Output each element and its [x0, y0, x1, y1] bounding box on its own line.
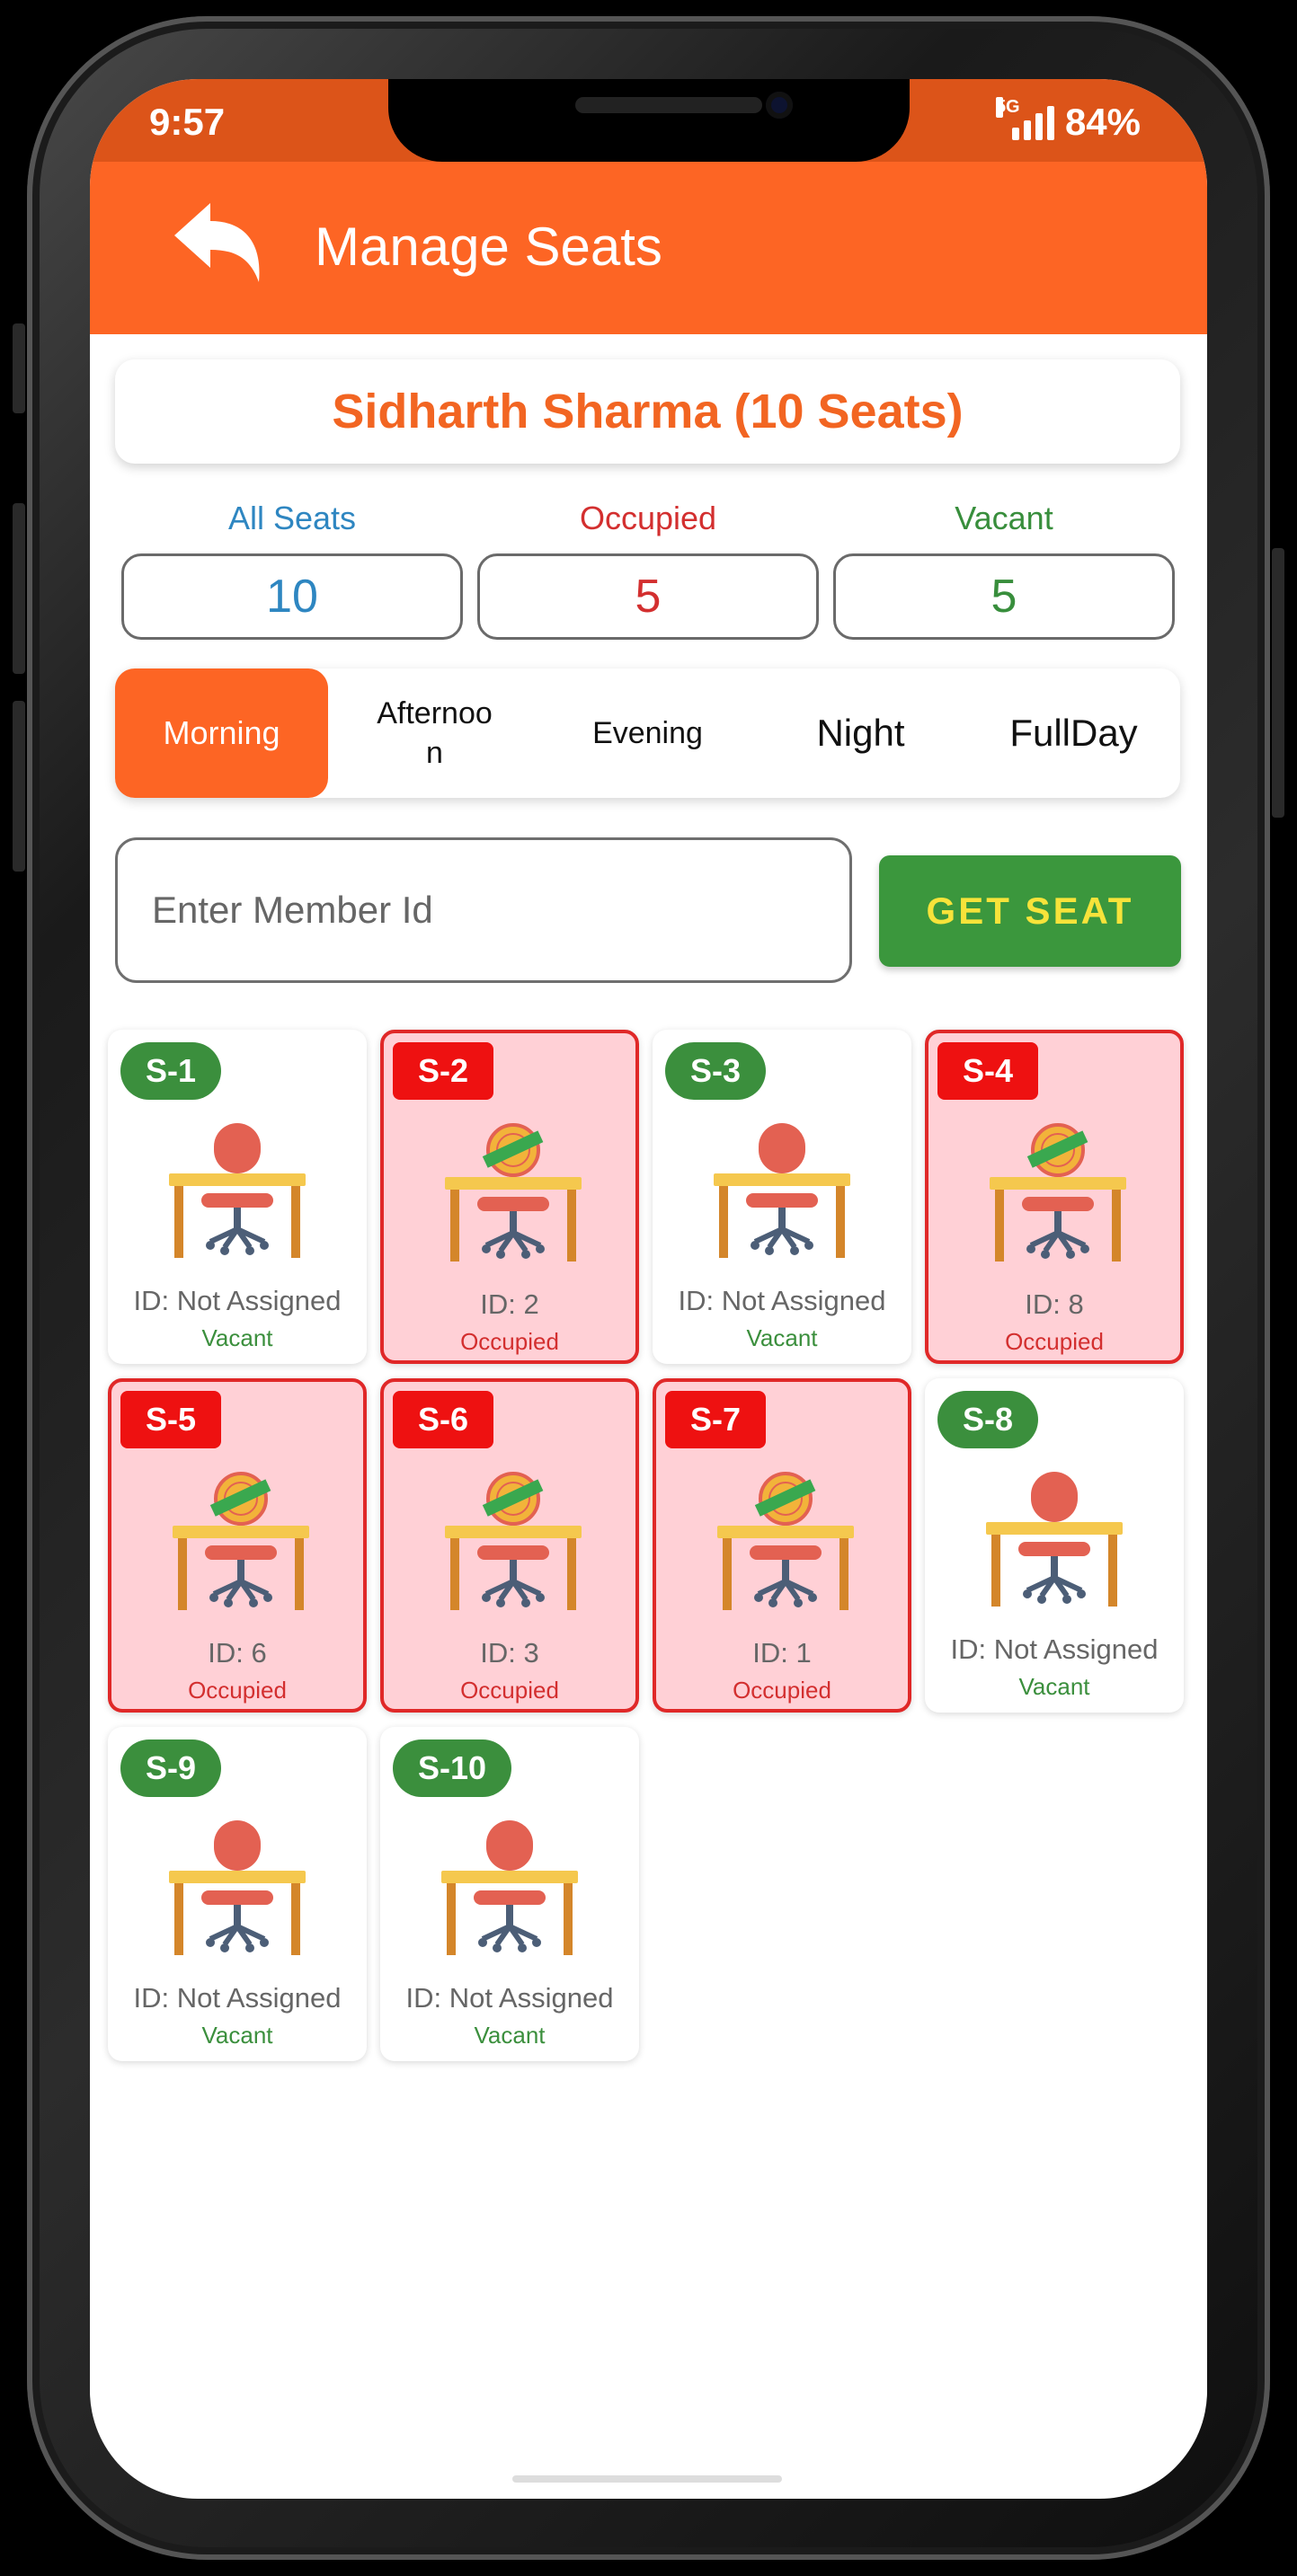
tab-afternoon[interactable]: Afternoo n: [328, 668, 541, 798]
stat-label: Occupied: [579, 500, 717, 536]
volume-down-button: [13, 701, 25, 872]
tab-label: FullDay: [1009, 712, 1138, 754]
seat-badge: S-5: [120, 1391, 222, 1448]
seat-member-id: ID: Not Assigned: [950, 1633, 1159, 1665]
stat-label: Vacant: [955, 500, 1053, 536]
network-type: 5G: [995, 97, 1020, 118]
occupied-seat-icon: [986, 1123, 1130, 1267]
status-indicators: 5G 84%: [995, 97, 1141, 144]
stat-value: 5: [477, 553, 819, 640]
seat-member-id: ID: 1: [752, 1637, 812, 1669]
seat-icon: [710, 1120, 854, 1263]
earpiece-speaker: [575, 97, 762, 113]
stat-label: All Seats: [227, 500, 357, 536]
seat-member-id: ID: Not Assigned: [133, 1982, 342, 2014]
tab-night[interactable]: Night: [754, 668, 967, 798]
status-time: 9:57: [149, 101, 226, 143]
owner-title: Sidharth Sharma (10 Seats): [332, 385, 964, 438]
seat-status: Vacant: [1018, 1673, 1090, 1700]
phone-screen: 9:57 5G 84% Manage Seats Sidharth Sharma…: [90, 79, 1207, 2499]
home-indicator: [512, 2475, 782, 2483]
seat-icon: [165, 1817, 309, 1961]
seat-status: Vacant: [746, 1324, 818, 1351]
owner-title-card: Sidharth Sharma (10 Seats): [115, 359, 1180, 464]
seat-badge: S-2: [393, 1042, 494, 1100]
seat-icon: [982, 1468, 1126, 1612]
stat-occupied: Occupied 5: [477, 500, 819, 640]
seat-badge: S-3: [665, 1042, 767, 1100]
seat-card-s-3[interactable]: S-3 ID: Not Assigned Vacant: [653, 1030, 911, 1364]
seat-icon: [438, 1817, 582, 1961]
seat-member-id: ID: 6: [208, 1637, 267, 1669]
seat-member-id: ID: 2: [480, 1288, 539, 1320]
seat-member-id: ID: Not Assigned: [678, 1285, 886, 1316]
seat-card-s-8[interactable]: S-8 ID: Not Assigned Vacant: [925, 1378, 1184, 1713]
seat-status: Occupied: [460, 1677, 559, 1704]
get-seat-button[interactable]: GET SEAT: [879, 855, 1181, 967]
volume-up-button: [13, 503, 25, 674]
seat-member-id: ID: 8: [1025, 1288, 1084, 1320]
battery-level: 84%: [1064, 101, 1141, 143]
app-bar: Manage Seats: [90, 162, 1207, 334]
stat-all-seats: All Seats 10: [121, 500, 463, 640]
stat-value: 10: [121, 553, 463, 640]
reply-arrow-icon[interactable]: [169, 198, 268, 288]
seat-badge: S-6: [393, 1391, 494, 1448]
seat-member-id: ID: Not Assigned: [405, 1982, 614, 2014]
stat-vacant: Vacant 5: [833, 500, 1175, 640]
seat-status: Vacant: [201, 2022, 273, 2049]
tab-label: Morning: [163, 714, 280, 751]
tab-label: Afternoo n: [377, 695, 493, 770]
front-camera: [766, 92, 793, 119]
stat-value: 5: [833, 553, 1175, 640]
member-id-input[interactable]: [115, 837, 852, 983]
tab-fullday[interactable]: FullDay: [967, 668, 1180, 798]
seat-member-id: ID: 3: [480, 1637, 539, 1669]
seat-badge: S-9: [120, 1739, 222, 1797]
seat-card-s-4[interactable]: S-4 ID: 8 Occupied: [925, 1030, 1184, 1364]
silent-switch: [13, 323, 25, 413]
page-title: Manage Seats: [315, 217, 662, 277]
seat-badge: S-8: [937, 1391, 1039, 1448]
occupied-seat-icon: [714, 1472, 857, 1616]
seat-status: Vacant: [201, 1324, 273, 1351]
seat-card-s-5[interactable]: S-5 ID: 6 Occupied: [108, 1378, 367, 1713]
seat-status: Occupied: [1005, 1328, 1104, 1355]
seat-badge: S-1: [120, 1042, 222, 1100]
signal-icon: 5G: [995, 97, 1054, 140]
seat-badge: S-4: [937, 1042, 1039, 1100]
seat-member-id: ID: Not Assigned: [133, 1285, 342, 1316]
seat-card-s-10[interactable]: S-10 ID: Not Assigned Vacant: [380, 1727, 639, 2061]
tab-morning[interactable]: Morning: [115, 668, 328, 798]
seat-card-s-9[interactable]: S-9 ID: Not Assigned Vacant: [108, 1727, 367, 2061]
tab-label: Night: [816, 712, 905, 754]
seat-icon: [165, 1120, 309, 1263]
seat-status: Occupied: [188, 1677, 287, 1704]
shift-tabs: Morning Afternoo n Evening Night FullDay: [115, 668, 1180, 798]
seat-status: Occupied: [733, 1677, 831, 1704]
occupied-seat-icon: [441, 1472, 585, 1616]
occupied-seat-icon: [169, 1472, 313, 1616]
seat-status: Occupied: [460, 1328, 559, 1355]
tab-evening[interactable]: Evening: [541, 668, 754, 798]
seat-card-s-7[interactable]: S-7 ID: 1 Occupied: [653, 1378, 911, 1713]
occupied-seat-icon: [441, 1123, 585, 1267]
seat-status: Vacant: [474, 2022, 546, 2049]
tab-label: Evening: [592, 715, 703, 750]
camera-notch: [388, 79, 910, 162]
seat-badge: S-7: [665, 1391, 767, 1448]
seat-card-s-6[interactable]: S-6 ID: 3 Occupied: [380, 1378, 639, 1713]
seat-badge: S-10: [393, 1739, 512, 1797]
power-button: [1272, 548, 1284, 818]
seat-card-s-2[interactable]: S-2 ID: 2 Occupied: [380, 1030, 639, 1364]
seat-card-s-1[interactable]: S-1 ID: Not Assigned Vacant: [108, 1030, 367, 1364]
